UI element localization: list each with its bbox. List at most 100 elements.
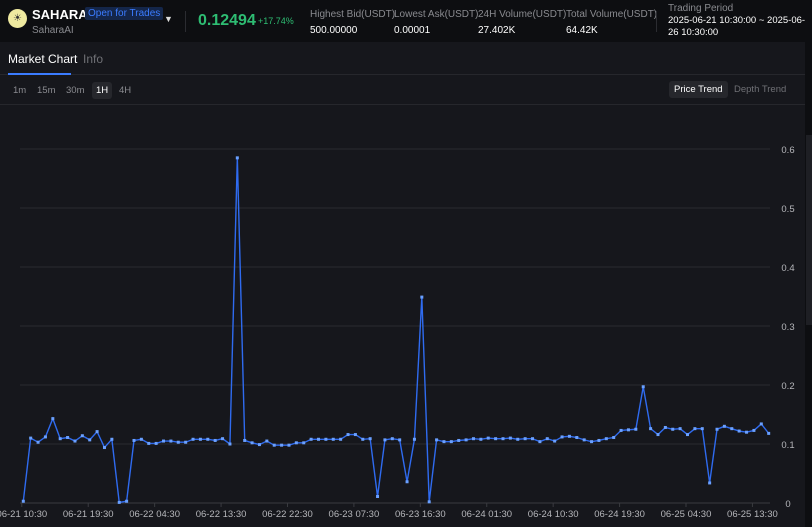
data-point	[767, 431, 771, 435]
data-point	[154, 441, 158, 445]
x-tick-label: 06-22 13:30	[196, 509, 247, 520]
data-point	[560, 435, 564, 439]
data-point	[678, 427, 682, 431]
data-point	[531, 437, 535, 441]
data-point	[125, 499, 129, 503]
data-point	[110, 437, 114, 441]
scrollbar[interactable]	[806, 135, 812, 325]
x-tick-label: 06-21 10:30	[0, 509, 47, 520]
price-line	[22, 157, 770, 504]
interval-30m[interactable]: 30m	[62, 82, 88, 99]
interval-4h[interactable]: 4H	[115, 82, 135, 99]
data-point	[206, 437, 210, 441]
y-tick-label: 0.2	[781, 381, 794, 392]
depth-trend-button[interactable]: Depth Trend	[729, 81, 791, 98]
data-point	[449, 440, 453, 444]
divider	[656, 11, 657, 32]
data-point	[612, 436, 616, 440]
data-point	[730, 427, 734, 431]
data-point	[641, 385, 645, 389]
data-point	[368, 437, 372, 441]
data-point	[442, 440, 446, 444]
stat-lowest-ask: Lowest Ask(USDT) 0.00001	[394, 9, 478, 36]
data-point	[686, 433, 689, 437]
data-point	[553, 439, 557, 443]
data-point	[619, 428, 623, 432]
stat-label: 24H Volume(USDT)	[478, 9, 567, 20]
data-point	[51, 417, 55, 421]
token-symbol: SAHARA	[32, 7, 88, 22]
data-point	[73, 439, 77, 443]
data-point	[213, 438, 217, 442]
data-point	[361, 437, 365, 441]
data-point	[331, 437, 335, 441]
data-point	[294, 441, 298, 445]
x-tick-label: 06-25 04:30	[661, 509, 712, 520]
last-price: 0.12494	[198, 12, 256, 29]
stat-value: 64.42K	[566, 25, 598, 36]
price-trend-button[interactable]: Price Trend	[669, 81, 728, 98]
y-tick-label: 0	[785, 499, 790, 510]
data-point	[265, 439, 269, 443]
stat-value: 0.00001	[394, 25, 431, 36]
trading-period: Trading Period 2025-06-21 10:30:00 ~ 2025…	[668, 3, 808, 39]
interval-1m[interactable]: 1m	[9, 82, 30, 99]
x-tick-label: 06-24 10:30	[528, 509, 579, 520]
data-point	[43, 435, 47, 439]
data-point	[508, 436, 512, 440]
data-point	[287, 443, 291, 447]
data-point	[649, 427, 653, 431]
data-point	[759, 422, 763, 426]
stat-value: 27.402K	[478, 25, 516, 36]
data-point	[582, 438, 586, 442]
data-point	[464, 438, 468, 442]
data-point	[302, 441, 306, 445]
data-point	[590, 440, 594, 444]
tab-market-chart[interactable]: Market Chart	[8, 52, 77, 66]
x-tick-label: 06-25 13:30	[727, 509, 778, 520]
project-name: SaharaAI	[32, 25, 74, 36]
stat-value: 2025-06-21 10:30:00 ~ 2025-06-26 10:30:0…	[668, 15, 806, 38]
data-point	[162, 439, 166, 443]
y-tick-label: 0.5	[781, 204, 794, 215]
interval-1h[interactable]: 1H	[92, 82, 113, 99]
data-point	[36, 440, 40, 444]
data-point	[235, 156, 239, 160]
status-badge: Open for Trades	[85, 7, 164, 20]
y-tick-label: 0.4	[781, 263, 794, 274]
data-point	[486, 436, 490, 440]
stat-label: Highest Bid(USDT)	[310, 9, 396, 20]
stat-highest-bid: Highest Bid(USDT) 500.00000	[310, 9, 395, 36]
data-point	[494, 437, 498, 441]
stat-label: Trading Period	[668, 3, 734, 14]
data-point	[58, 437, 62, 441]
chart-toolbar: 1m 15m 30m 1H 4H Price Trend Depth Trend	[0, 76, 805, 105]
data-point	[228, 442, 232, 446]
x-tick-label: 06-21 19:30	[63, 509, 114, 520]
data-point	[626, 428, 630, 432]
data-point	[412, 437, 416, 441]
x-tick-label: 06-24 01:30	[461, 509, 512, 520]
data-point	[398, 438, 402, 442]
stat-value: 500.00000	[310, 25, 358, 36]
data-point	[708, 481, 712, 485]
data-point	[324, 437, 328, 441]
data-point	[102, 446, 106, 450]
price-chart[interactable]: 0 0.1 0.2 0.3 0.4 0.5 0.6 06-21 10:30 06-21 19:3…	[0, 105, 805, 527]
stat-label: Total Volume(USDT)	[566, 9, 658, 20]
data-point	[169, 439, 173, 443]
data-point	[257, 443, 261, 447]
data-point	[420, 295, 424, 299]
data-point	[752, 428, 756, 432]
data-point	[272, 443, 276, 447]
y-tick-label: 0.6	[781, 145, 794, 156]
data-point	[198, 437, 202, 441]
interval-15m[interactable]: 15m	[33, 82, 59, 99]
data-point	[457, 438, 461, 442]
data-point	[671, 427, 675, 431]
data-point	[139, 437, 143, 441]
data-point	[184, 440, 188, 444]
tab-info[interactable]: Info	[83, 52, 103, 66]
token-dropdown-icon[interactable]: ▼	[164, 14, 173, 24]
data-point	[176, 440, 180, 444]
